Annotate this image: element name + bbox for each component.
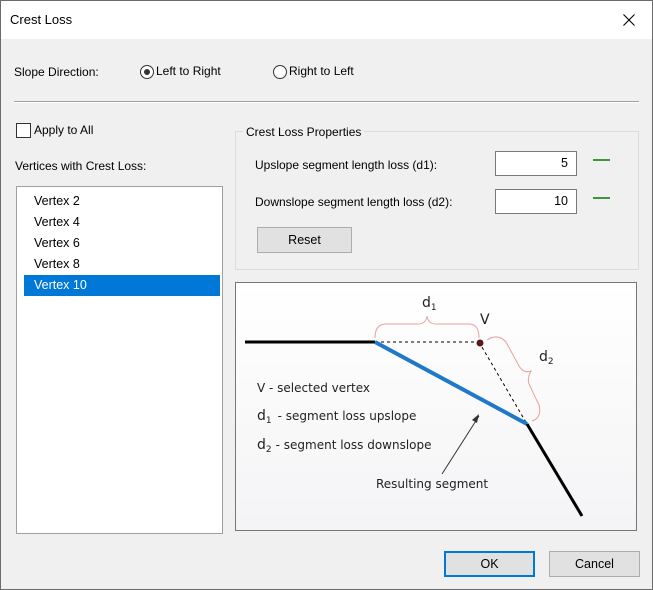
title-bar: Crest Loss	[1, 1, 652, 39]
apply-to-all-label: Apply to All	[34, 123, 94, 137]
selected-vertex-point	[476, 339, 484, 347]
status-dash-icon	[593, 159, 610, 161]
cancel-button[interactable]: Cancel	[549, 551, 640, 577]
diagram-svg: d1 V d2 V - selected vertex d1- segment …	[245, 295, 584, 517]
list-item[interactable]: Vertex 8	[24, 254, 220, 275]
radio-left-to-right[interactable]: Left to Right	[140, 64, 221, 79]
downslope-label: Downslope segment length loss (d2):	[255, 195, 453, 209]
close-icon	[623, 14, 635, 26]
list-item[interactable]: Vertex 4	[24, 212, 220, 233]
list-item[interactable]: Vertex 2	[24, 191, 220, 212]
vertices-label: Vertices with Crest Loss:	[15, 159, 147, 173]
arrow-head-icon	[472, 414, 479, 423]
legend-d2: d2- segment loss downslope	[257, 437, 432, 455]
radio-button-checked[interactable]	[140, 64, 154, 79]
list-item[interactable]: Vertex 6	[24, 233, 220, 254]
resulting-segment-label: Resulting segment	[376, 477, 488, 491]
crest-loss-diagram: d1 V d2 V - selected vertex d1- segment …	[235, 282, 637, 531]
legend-d1: d1- segment loss upslope	[257, 408, 416, 426]
d2-label: d2	[539, 349, 554, 367]
radio-label: Left to Right	[156, 64, 221, 78]
downslope-line	[525, 423, 584, 517]
group-title: Crest Loss Properties	[243, 125, 365, 139]
close-button[interactable]	[606, 1, 652, 39]
separator	[14, 101, 639, 103]
upslope-label: Upslope segment length loss (d1):	[255, 158, 438, 172]
crest-loss-dialog: Crest Loss Slope Direction: Left to Righ…	[0, 0, 653, 590]
downslope-input[interactable]: 10	[495, 189, 577, 214]
slope-direction-label: Slope Direction:	[14, 65, 99, 79]
vertices-listbox[interactable]: Vertex 2 Vertex 4 Vertex 6 Vertex 8 Vert…	[16, 186, 223, 534]
d1-label: d1	[422, 295, 437, 313]
reset-button[interactable]: Reset	[257, 227, 352, 253]
arrow-line	[441, 415, 480, 475]
upslope-input[interactable]: 5	[495, 151, 577, 176]
d1-brace	[374, 315, 480, 339]
status-dash-icon	[593, 197, 610, 199]
apply-to-all-checkbox[interactable]: Apply to All	[16, 123, 94, 139]
legend-v: V - selected vertex	[257, 381, 370, 395]
radio-right-to-left[interactable]: Right to Left	[273, 64, 354, 79]
radio-button-unchecked[interactable]	[273, 64, 287, 79]
radio-label: Right to Left	[289, 64, 354, 78]
window-title: Crest Loss	[10, 12, 73, 27]
list-item-selected[interactable]: Vertex 10	[24, 275, 220, 296]
ok-button[interactable]: OK	[444, 551, 535, 577]
checkbox[interactable]	[16, 123, 31, 139]
v-label: V	[480, 312, 490, 328]
